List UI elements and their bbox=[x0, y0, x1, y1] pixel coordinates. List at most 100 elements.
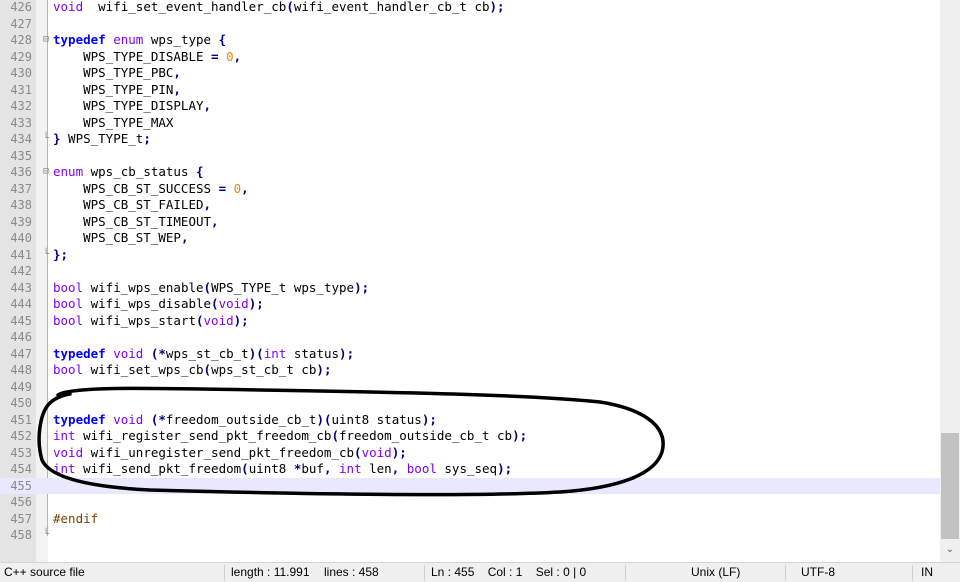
code-line[interactable]: 457 #endif bbox=[0, 511, 940, 528]
code-text: #endif bbox=[53, 510, 99, 526]
code-text: void wifi_set_event_handler_cb(wifi_even… bbox=[53, 0, 505, 14]
code-line[interactable]: 456 bbox=[0, 494, 940, 511]
encoding-label[interactable]: UTF-8 bbox=[801, 565, 835, 579]
typing-mode-label[interactable]: IN bbox=[921, 565, 933, 579]
line-number: 446 bbox=[10, 330, 32, 344]
code-line[interactable]: 440 WPS_CB_ST_WEP, bbox=[0, 230, 940, 247]
code-text: } WPS_TYPE_t; bbox=[53, 131, 151, 146]
code-line[interactable]: 454 int wifi_send_pkt_freedom(uint8 *buf,… bbox=[0, 461, 940, 478]
code-text: int wifi_send_pkt_freedom(uint8 *buf, in… bbox=[53, 461, 513, 476]
line-number: 428 bbox=[10, 33, 32, 47]
code-text: WPS_CB_ST_TIMEOUT, bbox=[53, 213, 219, 229]
code-text: bool wifi_set_wps_cb(wps_st_cb_t cb); bbox=[53, 362, 332, 377]
fold-open-icon[interactable]: ⊟ bbox=[43, 32, 49, 49]
code-line[interactable]: 429 WPS_TYPE_DISABLE = 0, bbox=[0, 49, 940, 66]
code-line[interactable]: 431 WPS_TYPE_PIN, bbox=[0, 82, 940, 99]
code-line[interactable]: 427 bbox=[0, 16, 940, 33]
code-text: bool wifi_wps_disable(void); bbox=[53, 296, 264, 311]
line-number: 432 bbox=[10, 99, 32, 113]
code-line[interactable]: 438 WPS_CB_ST_FAILED, bbox=[0, 197, 940, 214]
scrollbar-thumb[interactable] bbox=[941, 433, 959, 539]
fold-end-icon: └ bbox=[43, 133, 50, 144]
code-text: bool wifi_wps_enable(WPS_TYPE_t wps_type… bbox=[53, 279, 370, 295]
code-line[interactable]: 430 WPS_TYPE_PBC, bbox=[0, 65, 940, 82]
line-number: 434 bbox=[10, 132, 32, 146]
chevron-down-icon[interactable]: ⌄ bbox=[940, 541, 960, 558]
fold-end-icon: └ bbox=[43, 529, 50, 540]
line-number: 450 bbox=[10, 396, 32, 410]
code-line[interactable]: 458 └ bbox=[0, 527, 940, 544]
line-number: 456 bbox=[10, 495, 32, 509]
code-line[interactable]: 442 bbox=[0, 263, 940, 280]
code-text: int wifi_register_send_pkt_freedom_cb(fr… bbox=[53, 428, 528, 443]
code-text: typedef enum wps_type { bbox=[53, 32, 227, 47]
line-number: 451 bbox=[10, 412, 32, 427]
code-text: WPS_TYPE_PBC, bbox=[53, 65, 181, 80]
line-number: 454 bbox=[10, 462, 32, 476]
code-line[interactable]: 435 bbox=[0, 148, 940, 165]
code-line[interactable]: 443 bool wifi_wps_enable(WPS_TYPE_t wps_t… bbox=[0, 280, 940, 297]
code-line[interactable]: 455 bbox=[0, 477, 940, 494]
code-line[interactable]: 445 bool wifi_wps_start(void); bbox=[0, 313, 940, 330]
code-line[interactable]: 448 bool wifi_set_wps_cb(wps_st_cb_t cb); bbox=[0, 362, 940, 379]
fold-open-icon[interactable]: ⊟ bbox=[43, 164, 49, 181]
code-text: }; bbox=[53, 246, 69, 262]
code-text: WPS_TYPE_DISABLE = 0, bbox=[53, 48, 242, 64]
line-number: 453 bbox=[10, 445, 32, 460]
file-type-label: C++ source file bbox=[4, 565, 85, 579]
code-line[interactable]: 432 WPS_TYPE_DISPLAY, bbox=[0, 98, 940, 115]
status-separator bbox=[224, 565, 225, 581]
line-number: 435 bbox=[10, 148, 32, 163]
code-text: WPS_TYPE_PIN, bbox=[53, 81, 181, 97]
line-number: 438 bbox=[10, 198, 32, 212]
code-line[interactable]: 441 └}; bbox=[0, 247, 940, 264]
status-separator bbox=[625, 565, 626, 581]
code-text: typedef void (*freedom_outside_cb_t)(uin… bbox=[53, 411, 437, 427]
status-separator bbox=[785, 565, 786, 581]
code-text: void wifi_unregister_send_pkt_freedom_cb… bbox=[53, 444, 407, 460]
line-number: 452 bbox=[10, 429, 32, 443]
code-text: WPS_TYPE_DISPLAY, bbox=[53, 98, 212, 113]
code-editor[interactable]: 426 void wifi_set_event_handler_cb(wifi_e… bbox=[0, 0, 940, 562]
lines-label: lines : 458 bbox=[324, 565, 379, 579]
status-separator bbox=[424, 565, 425, 581]
line-number: 430 bbox=[10, 66, 32, 80]
line-number: 429 bbox=[10, 49, 32, 64]
fold-end-icon: └ bbox=[43, 248, 50, 260]
line-number: 426 bbox=[10, 0, 32, 14]
line-number: 427 bbox=[10, 16, 32, 31]
line-number: 444 bbox=[10, 297, 32, 311]
code-line[interactable]: 437 WPS_CB_ST_SUCCESS = 0, bbox=[0, 181, 940, 198]
code-line[interactable]: 434 └} WPS_TYPE_t; bbox=[0, 131, 940, 148]
eol-label[interactable]: Unix (LF) bbox=[691, 565, 740, 579]
code-line[interactable]: 436 ⊟ enum wps_cb_status { bbox=[0, 164, 940, 181]
code-line[interactable]: 439 WPS_CB_ST_TIMEOUT, bbox=[0, 214, 940, 231]
status-separator bbox=[912, 565, 913, 581]
line-number: 458 bbox=[10, 528, 32, 542]
code-text: typedef void (*wps_st_cb_t)(int status); bbox=[53, 345, 355, 361]
code-line[interactable]: 426 void wifi_set_event_handler_cb(wifi_e… bbox=[0, 0, 940, 16]
code-text: WPS_TYPE_MAX bbox=[53, 114, 174, 130]
code-line[interactable]: 449 bbox=[0, 379, 940, 396]
line-number: 439 bbox=[10, 214, 32, 229]
code-line[interactable]: 444 bool wifi_wps_disable(void); bbox=[0, 296, 940, 313]
code-line[interactable]: 452 int wifi_register_send_pkt_freedom_cb… bbox=[0, 428, 940, 445]
line-number: 442 bbox=[10, 264, 32, 278]
code-text: WPS_CB_ST_FAILED, bbox=[53, 197, 212, 212]
line-number: 455 bbox=[10, 478, 32, 493]
line-number: 457 bbox=[10, 511, 32, 526]
code-line[interactable]: 451 typedef void (*freedom_outside_cb_t)(… bbox=[0, 412, 940, 429]
code-text: bool wifi_wps_start(void); bbox=[53, 312, 249, 328]
code-line[interactable]: 446 bbox=[0, 329, 940, 346]
code-line[interactable]: 433 WPS_TYPE_MAX bbox=[0, 115, 940, 132]
line-number: 445 bbox=[10, 313, 32, 328]
code-text: WPS_CB_ST_WEP, bbox=[53, 230, 189, 245]
code-line[interactable]: 450 bbox=[0, 395, 940, 412]
code-line[interactable]: 453 void wifi_unregister_send_pkt_freedom… bbox=[0, 445, 940, 462]
code-line[interactable]: 428 ⊟ typedef enum wps_type { bbox=[0, 32, 940, 49]
line-number: 447 bbox=[10, 346, 32, 361]
line-number: 436 bbox=[10, 165, 32, 179]
line-number: 448 bbox=[10, 363, 32, 377]
line-number: 431 bbox=[10, 82, 32, 97]
code-line[interactable]: 447 typedef void (*wps_st_cb_t)(int statu… bbox=[0, 346, 940, 363]
